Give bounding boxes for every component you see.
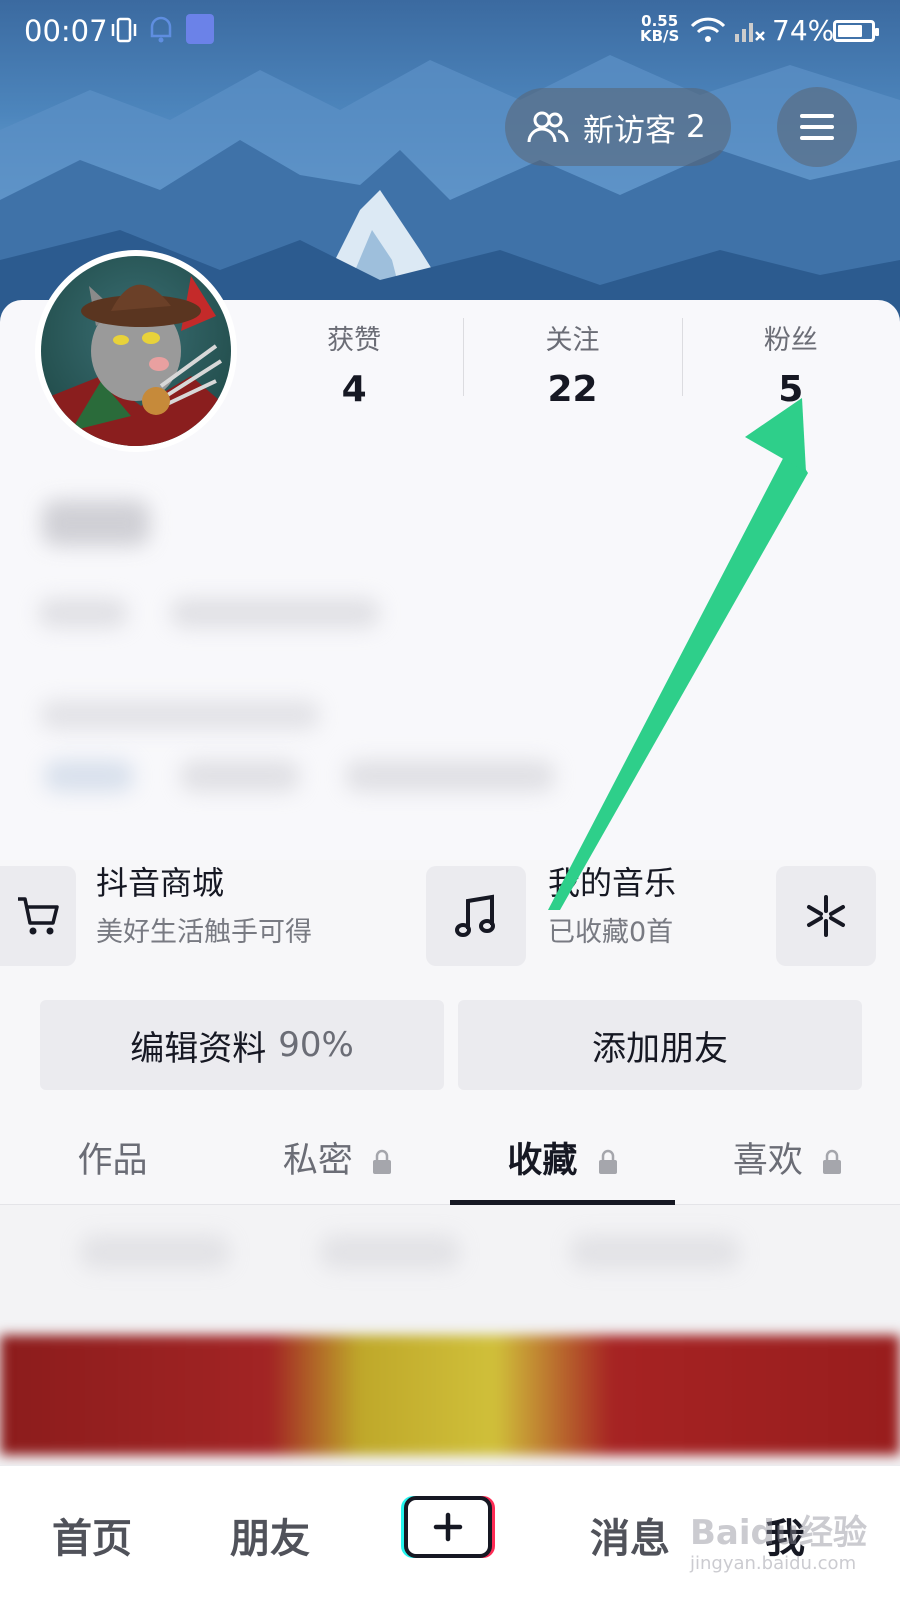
- blurred-tag-3: [345, 760, 555, 792]
- mall-subtitle: 美好生活触手可得: [96, 917, 312, 948]
- avatar-image: [41, 256, 231, 446]
- add-friend-label: 添加朋友: [592, 1028, 728, 1069]
- shopping-bag-icon: [186, 14, 214, 44]
- tab-favorites[interactable]: 收藏: [450, 1118, 675, 1205]
- create-post-button[interactable]: [404, 1496, 492, 1558]
- sparkle-icon: [807, 895, 845, 937]
- stat-likes-value: 4: [341, 369, 367, 410]
- tab-private-label: 私密: [282, 1141, 353, 1181]
- tab-private[interactable]: 私密: [225, 1118, 450, 1204]
- baidu-watermark: Baidu经验: [690, 1513, 868, 1553]
- avatar[interactable]: [35, 250, 237, 452]
- nav-home[interactable]: 首页: [52, 1506, 132, 1564]
- status-time: 00:07: [24, 14, 108, 48]
- music-title[interactable]: 我的音乐: [548, 858, 676, 904]
- blurred-thumbnail-strip: [0, 1335, 900, 1455]
- stat-followers[interactable]: 粉丝 5: [681, 310, 900, 410]
- blurred-subtab-2: [320, 1235, 460, 1269]
- blurred-subtab-3: [570, 1235, 740, 1269]
- blurred-id-label: [38, 598, 128, 628]
- stat-following[interactable]: 关注 22: [463, 310, 681, 410]
- tab-likes-label: 喜欢: [732, 1141, 803, 1181]
- cart-icon: [18, 897, 59, 935]
- mall-shortcut-button[interactable]: [0, 866, 76, 966]
- nav-friends[interactable]: 朋友: [230, 1506, 310, 1564]
- network-speed: 0.55 KB/S: [640, 14, 679, 44]
- tab-favorites-label: 收藏: [507, 1141, 578, 1181]
- stat-likes-label: 获赞: [327, 325, 382, 356]
- blurred-subtab-1: [80, 1235, 230, 1269]
- more-shortcut-button[interactable]: [776, 866, 876, 966]
- menu-button[interactable]: [777, 87, 857, 167]
- hamburger-menu-icon: [800, 114, 834, 140]
- edit-profile-percent: 90%: [278, 1025, 354, 1065]
- baidu-watermark-url: jingyan.baidu.com: [690, 1553, 857, 1574]
- plus-icon: [433, 1512, 463, 1542]
- edit-profile-button[interactable]: 编辑资料 90%: [40, 1000, 444, 1090]
- stat-followers-value: 5: [778, 369, 804, 410]
- visitors-icon: [527, 111, 569, 143]
- tab-likes[interactable]: 喜欢: [675, 1118, 900, 1204]
- blurred-id-value: [170, 598, 380, 628]
- edit-profile-label: 编辑资料: [130, 1028, 267, 1069]
- status-bar: 00:07 0.55 KB/S 74%: [0, 0, 900, 64]
- nav-messages[interactable]: 消息: [590, 1506, 670, 1564]
- blurred-bio: [40, 700, 320, 730]
- content-tabs: 作品 私密 收藏 喜欢: [0, 1118, 900, 1205]
- add-friend-button[interactable]: 添加朋友: [458, 1000, 862, 1090]
- stat-following-value: 22: [547, 369, 598, 410]
- network-speed-unit: KB/S: [640, 27, 680, 45]
- music-subtitle: 已收藏0首: [548, 917, 674, 948]
- stat-likes[interactable]: 获赞 4: [245, 310, 463, 410]
- service-shortcuts: 抖音商城 美好生活触手可得 我的音乐 已收藏0首: [0, 864, 900, 966]
- vibrate-icon: [111, 17, 137, 43]
- new-visitors-button[interactable]: 新访客 2: [505, 88, 731, 166]
- battery-fill: [838, 25, 862, 37]
- new-visitors-label: 新访客: [583, 112, 676, 149]
- wifi-icon: [690, 17, 726, 42]
- notification-bell-icon: [150, 16, 172, 43]
- tab-works[interactable]: 作品: [0, 1118, 225, 1204]
- stat-followers-label: 粉丝: [763, 325, 818, 356]
- stats-row: 获赞 4 关注 22 粉丝 5: [245, 310, 900, 410]
- stat-following-label: 关注: [545, 325, 600, 356]
- tab-works-label: 作品: [77, 1141, 148, 1181]
- signal-no-service-icon: [735, 23, 765, 42]
- new-visitors-count: 2: [686, 109, 706, 145]
- lock-icon: [823, 1149, 842, 1174]
- lock-icon: [598, 1149, 617, 1174]
- music-note-icon: [455, 894, 495, 937]
- blurred-tag-2: [180, 760, 300, 792]
- battery-percent: 74%: [772, 14, 835, 47]
- lock-icon: [373, 1149, 392, 1174]
- favorites-content-preview[interactable]: [0, 1205, 900, 1465]
- music-shortcut-button[interactable]: [426, 866, 526, 966]
- blurred-tag-1: [44, 760, 134, 792]
- blurred-nickname: [42, 500, 150, 546]
- cat-character-illustration: [41, 276, 231, 446]
- battery-icon: [833, 20, 879, 42]
- mall-title[interactable]: 抖音商城: [96, 858, 224, 904]
